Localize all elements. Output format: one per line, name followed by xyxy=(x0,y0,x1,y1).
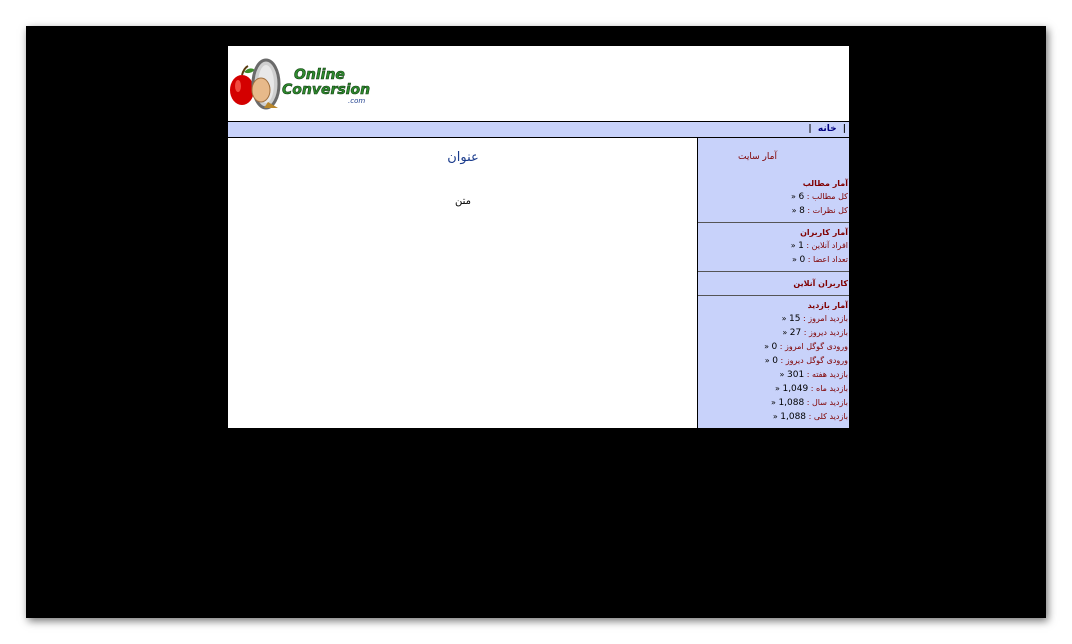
stat-item: بازدید ماه : 1,049 « xyxy=(775,384,848,394)
post-title: عنوان xyxy=(447,150,479,165)
posts-stats-title: آمار مطالب xyxy=(802,179,848,188)
top-navbar: | خانه | xyxy=(228,121,849,138)
posts-stats-block: آمار مطالب کل مطالب : 6 « کل نظرات : 8 « xyxy=(698,174,849,223)
mirror-icon xyxy=(251,58,281,110)
stat-item: ورودی گوگل امروز : 0 « xyxy=(764,342,848,352)
stat-item: بازدید سال : 1,088 « xyxy=(770,398,848,408)
stat-item: افراد آنلاین : 1 « xyxy=(790,241,848,251)
stat-item: بازدید دیروز : 27 « xyxy=(782,328,848,338)
stat-item: بازدید هفته : 301 « xyxy=(779,370,848,380)
nav-separator: | xyxy=(808,124,812,134)
stat-item: بازدید امروز : 15 « xyxy=(781,314,848,324)
stat-item: ورودی گوگل دیروز : 0 « xyxy=(764,356,848,366)
logo-line1: Online xyxy=(294,67,345,83)
users-stats-block: آمار کاربران افراد آنلاین : 1 « تعداد اع… xyxy=(698,223,849,272)
site-header: Online Conversion .com xyxy=(228,46,849,121)
main-content: عنوان متن xyxy=(228,138,698,428)
stat-item: کل مطالب : 6 « xyxy=(791,192,848,202)
stat-item: کل نظرات : 8 « xyxy=(791,206,848,216)
logo-line2: Conversion xyxy=(282,82,370,98)
stat-item: تعداد اعضا : 0 « xyxy=(792,255,848,265)
online-users-block: کاربران آنلاین xyxy=(698,272,849,296)
apple-icon xyxy=(230,65,255,105)
nav-home-link[interactable]: خانه xyxy=(815,124,840,134)
visits-stats-title: آمار بازدید xyxy=(807,301,848,310)
stats-sidebar: آمار سایت آمار مطالب کل مطالب : 6 « کل ن… xyxy=(698,138,849,428)
page-container: Online Conversion .com | خانه | عنوان مت… xyxy=(228,46,849,428)
visits-stats-block: آمار بازدید بازدید امروز : 15 « بازدید د… xyxy=(698,296,849,428)
stat-item: بازدید کلی : 1,088 « xyxy=(772,412,848,422)
post-body: متن xyxy=(455,196,471,207)
online-users-title: کاربران آنلاین xyxy=(793,279,848,288)
sidebar-heading: آمار سایت xyxy=(738,152,777,162)
site-logo[interactable]: Online Conversion .com xyxy=(228,56,373,110)
logo-suffix: .com xyxy=(348,97,365,105)
users-stats-title: آمار کاربران xyxy=(800,228,848,237)
nav-separator: | xyxy=(842,124,846,134)
